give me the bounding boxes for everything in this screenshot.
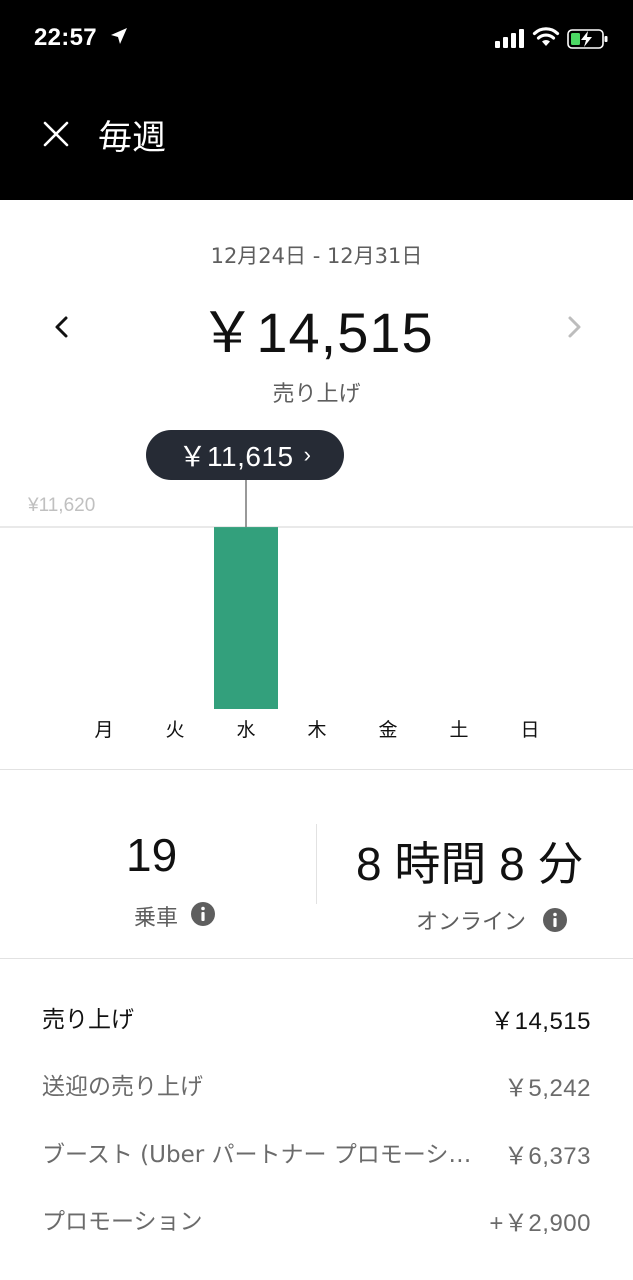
online-label: オンライン — [416, 910, 527, 935]
chart-x-label: 日 — [520, 719, 539, 741]
breakdown-row-label: 送迎の売り上げ — [42, 1074, 203, 1100]
info-icon[interactable] — [191, 902, 215, 926]
chart-x-label: 木 — [307, 719, 326, 741]
chart-x-label: 金 — [378, 719, 397, 741]
online-time: 8 時間 8 分 — [356, 838, 584, 890]
chart-x-label: 土 — [449, 719, 468, 741]
breakdown-row-label: プロモーション — [42, 1209, 203, 1235]
cellular-signal-icon — [495, 29, 524, 48]
breakdown-row-value: ￥5,242 — [503, 1075, 591, 1102]
breakdown-row-value: ￥6,373 — [503, 1143, 591, 1170]
chart-max-label: ¥11,620 — [27, 495, 95, 516]
trips-label: 乗車 — [134, 906, 179, 931]
next-week-button[interactable] — [560, 312, 588, 342]
chart-x-label: 水 — [236, 719, 255, 741]
breakdown-row-value: ￥14,515 — [490, 1008, 591, 1035]
close-icon[interactable] — [40, 118, 72, 150]
trips-count: 19 — [126, 829, 178, 881]
date-range: 12月24日 - 12月31日 — [210, 244, 423, 268]
location-arrow-icon — [111, 28, 127, 44]
chevron-right-icon: › — [303, 442, 312, 467]
breakdown-row-label: 売り上げ — [42, 1007, 134, 1033]
status-time: 22:57 — [34, 24, 97, 51]
app-header: 毎週 — [0, 80, 633, 200]
total-earnings: ￥14,515 — [199, 301, 434, 364]
breakdown-row-value: +￥2,900 — [489, 1210, 591, 1237]
total-earnings-label: 売り上げ — [272, 382, 361, 407]
page-title: 毎週 — [98, 118, 166, 158]
battery-charging-icon — [567, 29, 608, 49]
divider — [0, 769, 633, 770]
tooltip-value: ￥11,615 — [178, 441, 294, 472]
selected-bar-tooltip[interactable]: ￥11,615 › — [146, 430, 344, 480]
info-icon[interactable] — [543, 908, 567, 932]
wifi-icon — [532, 27, 560, 46]
breakdown-row-label: ブースト (Uber パートナー プロモーシ… — [42, 1142, 472, 1168]
divider — [0, 958, 633, 959]
stats-divider — [316, 824, 317, 904]
status-bar: 22:57 — [0, 0, 633, 80]
chart-x-label: 月 — [94, 719, 113, 741]
chart-x-label: 火 — [165, 719, 184, 741]
chart-bar — [214, 527, 278, 709]
